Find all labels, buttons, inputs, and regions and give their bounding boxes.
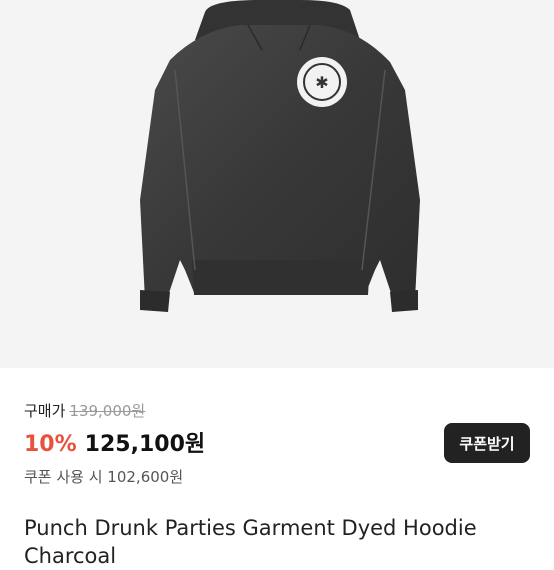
product-title: Punch Drunk Parties Garment Dyed Hoodie … [24, 516, 477, 568]
product-info-panel: 구매가 139,000원 10% 125,100원 쿠폰 사용 시 102,60… [0, 368, 554, 568]
original-price-row: 구매가 139,000원 [24, 400, 145, 421]
original-price: 139,000원 [69, 402, 146, 420]
hoodie-image [140, 0, 420, 312]
sale-price: 125,100원 [84, 432, 206, 457]
discount-rate: 10% [24, 432, 77, 457]
product-image[interactable]: ✱ [0, 0, 554, 368]
coupon-price-text: 쿠폰 사용 시 102,600원 [24, 468, 184, 486]
sale-price-row: 10% 125,100원 [24, 426, 205, 458]
logo-emblem-icon: ✱ [297, 57, 347, 107]
original-price-label: 구매가 [24, 402, 66, 420]
get-coupon-button[interactable]: 쿠폰받기 [444, 423, 530, 463]
